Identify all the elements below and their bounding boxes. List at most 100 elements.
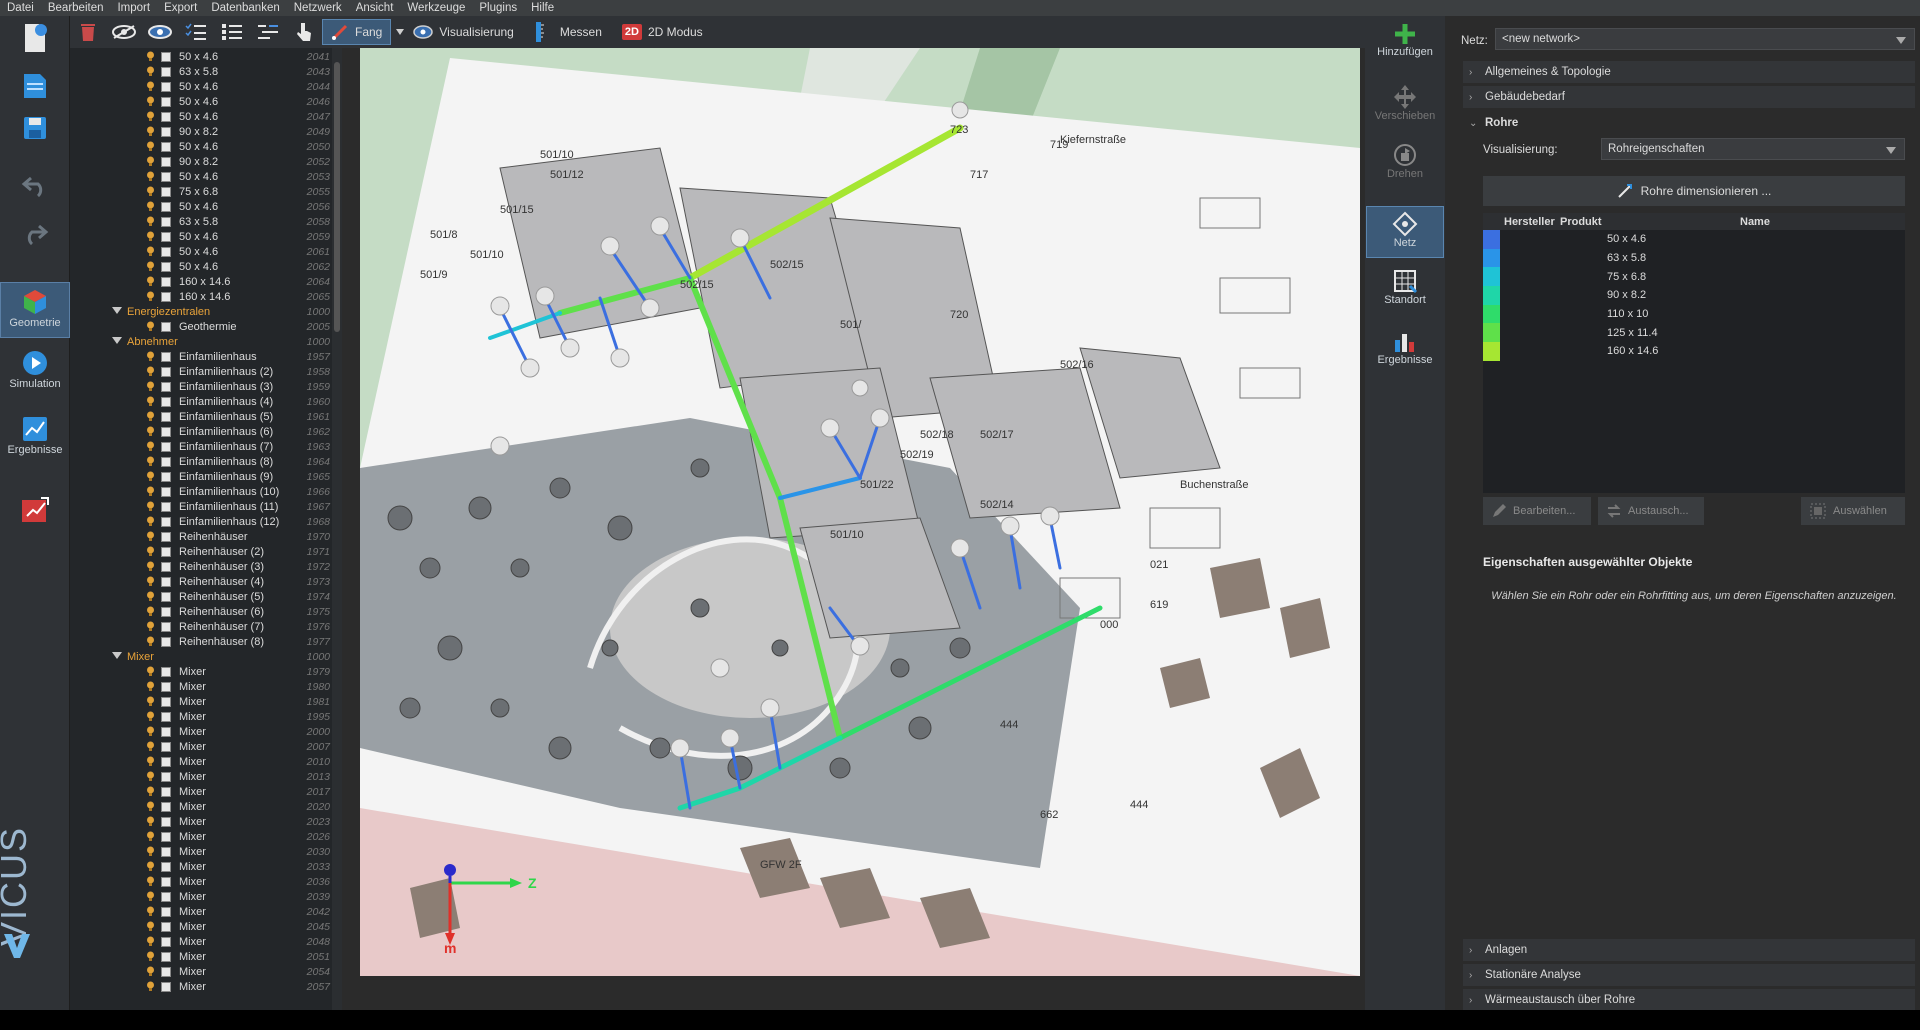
lightbulb-icon[interactable] xyxy=(146,501,155,512)
expand-arrow-icon[interactable] xyxy=(112,652,122,659)
tree-item-row[interactable]: Mixer 2057 xyxy=(70,979,342,994)
visibility-checkbox[interactable] xyxy=(161,907,171,917)
visibility-checkbox[interactable] xyxy=(161,607,171,617)
lightbulb-icon[interactable] xyxy=(146,921,155,932)
tree-item-row[interactable]: 160 x 14.6 2065 xyxy=(70,289,342,304)
menu-ansicht[interactable]: Ansicht xyxy=(349,0,401,16)
visibility-checkbox[interactable] xyxy=(161,292,171,302)
tree-scrollbar[interactable] xyxy=(332,48,342,1010)
tree-item-row[interactable]: 90 x 8.2 2052 xyxy=(70,154,342,169)
tree-item-row[interactable]: Einfamilienhaus (3) 1959 xyxy=(70,379,342,394)
visibility-checkbox[interactable] xyxy=(161,52,171,62)
visibility-checkbox[interactable] xyxy=(161,847,171,857)
tree-item-row[interactable]: Einfamilienhaus (9) 1965 xyxy=(70,469,342,484)
visibility-checkbox[interactable] xyxy=(161,262,171,272)
tree-item-row[interactable]: 63 x 5.8 2058 xyxy=(70,214,342,229)
section-plants[interactable]: › Anlagen xyxy=(1463,939,1915,961)
tree-item-row[interactable]: Mixer 2030 xyxy=(70,844,342,859)
lightbulb-icon[interactable] xyxy=(146,561,155,572)
lightbulb-icon[interactable] xyxy=(146,351,155,362)
menu-bearbeiten[interactable]: Bearbeiten xyxy=(41,0,111,16)
visibility-checkbox[interactable] xyxy=(161,742,171,752)
mode-geometry-button[interactable]: Geometrie xyxy=(0,282,70,338)
mode-simulation-button[interactable]: Simulation xyxy=(0,348,70,390)
tree-item-row[interactable]: Einfamilienhaus (8) 1964 xyxy=(70,454,342,469)
align-list-button[interactable] xyxy=(250,16,286,48)
lightbulb-icon[interactable] xyxy=(146,681,155,692)
undo-button[interactable] xyxy=(0,174,70,198)
visibility-checkbox[interactable] xyxy=(161,157,171,167)
lightbulb-icon[interactable] xyxy=(146,726,155,737)
pipe-table-row[interactable]: 50 x 4.6 xyxy=(1483,230,1905,249)
lightbulb-icon[interactable] xyxy=(146,576,155,587)
lightbulb-icon[interactable] xyxy=(146,951,155,962)
tree-item-row[interactable]: Einfamilienhaus 1957 xyxy=(70,349,342,364)
tree-item-row[interactable]: 50 x 4.6 2059 xyxy=(70,229,342,244)
site-button[interactable]: Standort xyxy=(1365,268,1445,324)
lightbulb-icon[interactable] xyxy=(146,636,155,647)
visibility-checkbox[interactable] xyxy=(161,562,171,572)
lightbulb-icon[interactable] xyxy=(146,666,155,677)
tree-item-row[interactable]: Reihenhäuser (4) 1973 xyxy=(70,574,342,589)
tree-item-row[interactable]: Mixer 2045 xyxy=(70,919,342,934)
tree-item-row[interactable]: Mixer 1980 xyxy=(70,679,342,694)
tree-item-row[interactable]: 50 x 4.6 2061 xyxy=(70,244,342,259)
lightbulb-icon[interactable] xyxy=(146,456,155,467)
tree-group-row[interactable]: Mixer 1000 xyxy=(70,649,342,664)
menu-netzwerk[interactable]: Netzwerk xyxy=(287,0,349,16)
lightbulb-icon[interactable] xyxy=(146,366,155,377)
select-pipe-button[interactable]: Auswählen xyxy=(1801,497,1905,525)
tree-item-row[interactable]: Reihenhäuser (8) 1977 xyxy=(70,634,342,649)
visibility-checkbox[interactable] xyxy=(161,472,171,482)
lightbulb-icon[interactable] xyxy=(146,966,155,977)
visibility-checkbox[interactable] xyxy=(161,697,171,707)
lightbulb-icon[interactable] xyxy=(146,411,155,422)
visibility-checkbox[interactable] xyxy=(161,397,171,407)
lightbulb-icon[interactable] xyxy=(146,786,155,797)
section-building-demand[interactable]: › Gebäudebedarf xyxy=(1463,86,1915,108)
pipe-table-row[interactable]: 125 x 11.4 xyxy=(1483,323,1905,343)
visibility-checkbox[interactable] xyxy=(161,547,171,557)
tree-item-row[interactable]: Reihenhäuser (3) 1972 xyxy=(70,559,342,574)
tree-item-row[interactable]: Reihenhäuser 1970 xyxy=(70,529,342,544)
hide-button[interactable] xyxy=(106,16,142,48)
visibility-checkbox[interactable] xyxy=(161,487,171,497)
tree-item-row[interactable]: Mixer 2036 xyxy=(70,874,342,889)
lightbulb-icon[interactable] xyxy=(146,621,155,632)
tree-item-row[interactable]: 90 x 8.2 2049 xyxy=(70,124,342,139)
lightbulb-icon[interactable] xyxy=(146,216,155,227)
tree-item-row[interactable]: Reihenhäuser (6) 1975 xyxy=(70,604,342,619)
tree-item-row[interactable]: Mixer 2007 xyxy=(70,739,342,754)
mode-2d-button[interactable]: 2D 2D Modus xyxy=(614,19,711,45)
lightbulb-icon[interactable] xyxy=(146,261,155,272)
lightbulb-icon[interactable] xyxy=(146,171,155,182)
lightbulb-icon[interactable] xyxy=(146,591,155,602)
pipe-table-row[interactable]: 110 x 10 xyxy=(1483,304,1905,324)
list-view-button[interactable] xyxy=(214,16,250,48)
lightbulb-icon[interactable] xyxy=(146,186,155,197)
tree-item-row[interactable]: Einfamilienhaus (5) 1961 xyxy=(70,409,342,424)
lightbulb-icon[interactable] xyxy=(146,516,155,527)
visibility-checkbox[interactable] xyxy=(161,427,171,437)
lightbulb-icon[interactable] xyxy=(146,126,155,137)
section-steady-analysis[interactable]: › Stationäre Analyse xyxy=(1463,964,1915,986)
visibility-checkbox[interactable] xyxy=(161,967,171,977)
tree-item-row[interactable]: Einfamilienhaus (6) 1962 xyxy=(70,424,342,439)
lightbulb-icon[interactable] xyxy=(146,771,155,782)
menu-plugins[interactable]: Plugins xyxy=(472,0,524,16)
tree-item-row[interactable]: Mixer 2033 xyxy=(70,859,342,874)
lightbulb-icon[interactable] xyxy=(146,246,155,257)
lightbulb-icon[interactable] xyxy=(146,711,155,722)
visibility-checkbox[interactable] xyxy=(161,127,171,137)
tree-item-row[interactable]: Mixer 2020 xyxy=(70,799,342,814)
visibility-checkbox[interactable] xyxy=(161,577,171,587)
tree-item-row[interactable]: Mixer 2010 xyxy=(70,754,342,769)
tree-scrollbar-thumb[interactable] xyxy=(334,62,340,332)
visibility-checkbox[interactable] xyxy=(161,67,171,77)
visibility-checkbox[interactable] xyxy=(161,247,171,257)
lightbulb-icon[interactable] xyxy=(146,531,155,542)
lightbulb-icon[interactable] xyxy=(146,231,155,242)
tree-item-row[interactable]: 50 x 4.6 2041 xyxy=(70,49,342,64)
section-pipes[interactable]: ⌄ Rohre xyxy=(1463,112,1915,134)
lightbulb-icon[interactable] xyxy=(146,426,155,437)
